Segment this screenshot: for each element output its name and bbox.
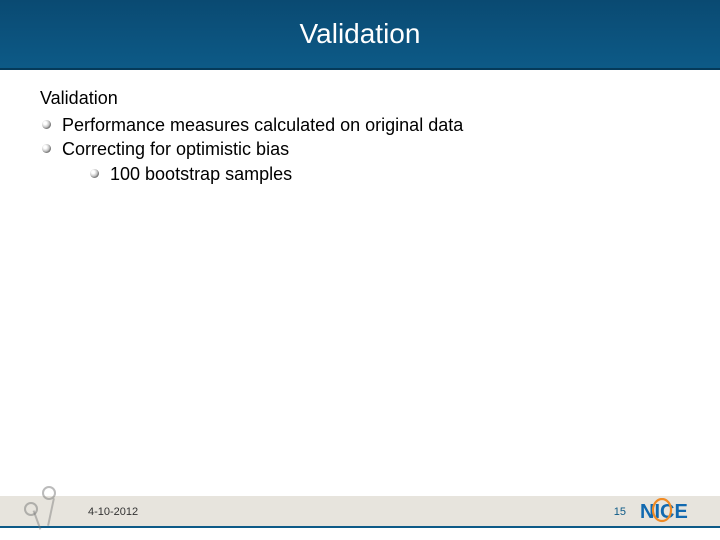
- footer-page-number: 15: [614, 506, 626, 518]
- content-area: Validation Performance measures calculat…: [0, 70, 720, 186]
- footer-decoration-icon: [16, 486, 76, 530]
- list-item: Performance measures calculated on origi…: [40, 113, 680, 137]
- list-item-text: Performance measures calculated on origi…: [62, 115, 463, 135]
- slide-title: Validation: [300, 18, 421, 50]
- list-item: 100 bootstrap samples: [88, 162, 680, 186]
- nice-logo: NICE: [640, 498, 700, 524]
- slide: Validation Validation Performance measur…: [0, 0, 720, 540]
- title-bar: Validation: [0, 0, 720, 70]
- list-item: Correcting for optimistic bias 100 boots…: [40, 137, 680, 186]
- footer: 4-10-2012 15 NICE: [0, 492, 720, 532]
- bullet-list: Performance measures calculated on origi…: [40, 113, 680, 186]
- list-item-text: 100 bootstrap samples: [110, 164, 292, 184]
- footer-date: 4-10-2012: [88, 506, 138, 518]
- content-heading: Validation: [40, 88, 680, 109]
- footer-underline: [0, 526, 720, 528]
- list-item-text: Correcting for optimistic bias: [62, 139, 289, 159]
- sub-bullet-list: 100 bootstrap samples: [88, 162, 680, 186]
